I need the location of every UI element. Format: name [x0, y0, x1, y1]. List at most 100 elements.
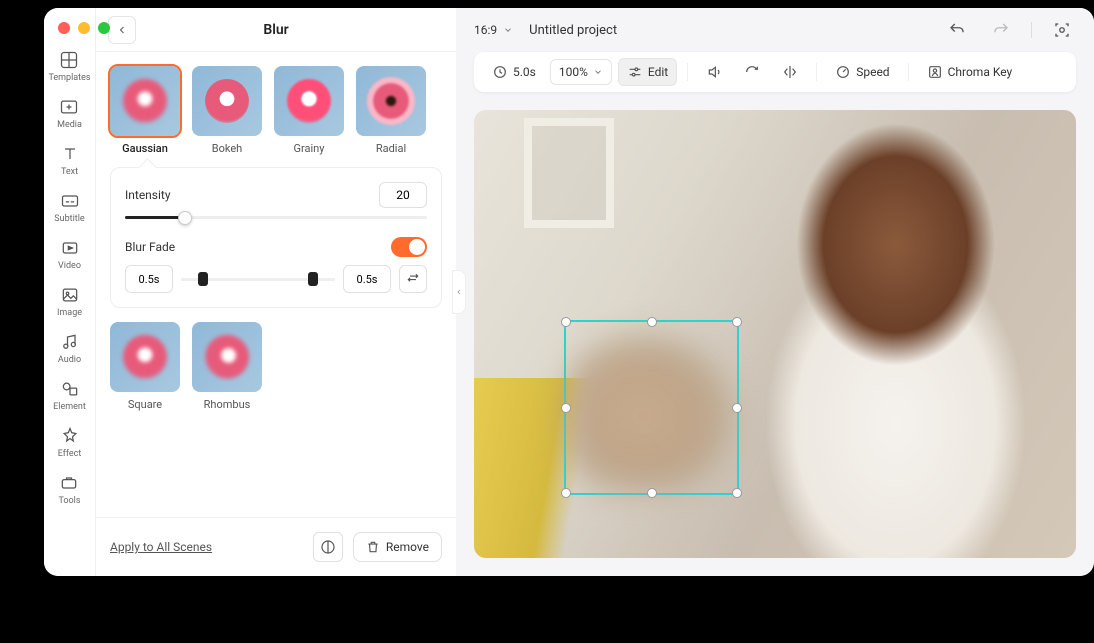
main-sidebar: Templates Media Text Subtitle Video Imag… [44, 8, 96, 576]
resize-handle-tr[interactable] [732, 317, 742, 327]
chroma-key-button[interactable]: Chroma Key [919, 59, 1021, 85]
blur-type-label: Bokeh [212, 142, 243, 155]
panel-header: Blur [96, 8, 456, 52]
resize-handle-br[interactable] [732, 488, 742, 498]
flip-button[interactable] [774, 59, 806, 85]
effect-icon [60, 426, 80, 446]
resize-handle-bl[interactable] [561, 488, 571, 498]
templates-icon [59, 50, 79, 70]
fade-in-input[interactable] [125, 265, 173, 293]
blur-type-bokeh[interactable]: Bokeh [192, 66, 262, 155]
remove-label: Remove [386, 540, 429, 554]
sidebar-label: Video [58, 261, 81, 271]
sidebar-item-element[interactable]: Element [53, 379, 86, 412]
sidebar-label: Media [57, 120, 82, 130]
video-icon [60, 238, 80, 258]
sidebar-label: Element [53, 402, 86, 412]
canvas-area: 16:9 Untitled project 5.0s 100% [456, 8, 1094, 576]
canvas-header: 16:9 Untitled project [456, 8, 1094, 52]
sidebar-label: Audio [58, 355, 81, 365]
blur-shape-grid: Square Rhombus [96, 318, 456, 415]
chevron-left-icon [116, 24, 128, 36]
back-button[interactable] [108, 16, 136, 44]
sidebar-item-text[interactable]: Text [60, 144, 80, 177]
sidebar-item-audio[interactable]: Audio [58, 332, 81, 365]
edit-button[interactable]: Edit [618, 58, 677, 86]
app-window: Templates Media Text Subtitle Video Imag… [44, 8, 1094, 576]
duration-control[interactable]: 5.0s [484, 59, 544, 85]
intensity-slider[interactable] [125, 216, 427, 219]
zoom-select[interactable]: 100% [550, 59, 612, 85]
resize-handle-r[interactable] [732, 403, 742, 413]
blur-shape-square[interactable]: Square [110, 322, 180, 411]
intensity-input[interactable] [379, 182, 427, 208]
resize-handle-t[interactable] [647, 317, 657, 327]
sidebar-label: Image [57, 308, 82, 318]
audio-icon [60, 332, 80, 352]
media-icon [59, 97, 79, 117]
blur-type-gaussian[interactable]: Gaussian [110, 66, 180, 155]
redo-button[interactable] [987, 16, 1015, 44]
speed-button[interactable]: Speed [827, 59, 897, 85]
flip-icon [782, 64, 798, 80]
sidebar-label: Tools [58, 496, 80, 506]
blur-type-grid: Gaussian Bokeh Grainy Radial [96, 52, 456, 163]
duration-value: 5.0s [513, 65, 536, 79]
sidebar-item-subtitle[interactable]: Subtitle [54, 191, 84, 224]
blur-shape-rhombus[interactable]: Rhombus [192, 322, 262, 411]
swap-icon [406, 272, 420, 286]
capture-icon [1053, 21, 1071, 39]
tools-icon [59, 473, 79, 493]
resize-handle-tl[interactable] [561, 317, 571, 327]
aspect-value: 16:9 [474, 23, 497, 37]
zoom-value: 100% [559, 65, 588, 79]
resize-handle-b[interactable] [647, 488, 657, 498]
blur-selection-box[interactable] [564, 320, 739, 495]
compare-icon [320, 539, 336, 555]
image-icon [60, 285, 80, 305]
maximize-window[interactable] [98, 22, 110, 34]
blur-shape-label: Square [128, 398, 162, 411]
sidebar-item-image[interactable]: Image [57, 285, 82, 318]
text-icon [60, 144, 80, 164]
volume-icon [706, 64, 722, 80]
sidebar-label: Effect [58, 449, 82, 459]
sidebar-label: Templates [48, 73, 90, 83]
redo-icon [992, 21, 1010, 39]
minimize-window[interactable] [78, 22, 90, 34]
background-frame [524, 118, 614, 228]
blur-type-grainy[interactable]: Grainy [274, 66, 344, 155]
blur-type-radial[interactable]: Radial [356, 66, 426, 155]
rotate-button[interactable] [736, 59, 768, 85]
sliders-icon [627, 64, 643, 80]
aspect-ratio-select[interactable]: 16:9 [474, 23, 513, 37]
sidebar-item-effect[interactable]: Effect [58, 426, 82, 459]
remove-button[interactable]: Remove [353, 532, 442, 562]
undo-button[interactable] [943, 16, 971, 44]
intensity-label: Intensity [125, 188, 171, 202]
sidebar-item-templates[interactable]: Templates [48, 50, 90, 83]
sidebar-label: Text [61, 167, 78, 177]
swap-button[interactable] [399, 265, 427, 293]
close-window[interactable] [58, 22, 70, 34]
panel-footer: Apply to All Scenes Remove [96, 517, 456, 576]
blur-type-label: Radial [376, 142, 406, 155]
compare-button[interactable] [313, 532, 343, 562]
canvas-viewport[interactable] [474, 110, 1076, 558]
blur-shape-label: Rhombus [204, 398, 251, 411]
collapse-panel-button[interactable] [452, 270, 466, 314]
capture-button[interactable] [1048, 16, 1076, 44]
sidebar-item-media[interactable]: Media [57, 97, 82, 130]
apply-all-link[interactable]: Apply to All Scenes [110, 540, 212, 554]
fade-range-slider[interactable] [181, 278, 335, 281]
volume-button[interactable] [698, 59, 730, 85]
sidebar-item-tools[interactable]: Tools [58, 473, 80, 506]
fade-out-input[interactable] [343, 265, 391, 293]
project-name[interactable]: Untitled project [529, 23, 617, 38]
resize-handle-l[interactable] [561, 403, 571, 413]
chroma-label: Chroma Key [948, 65, 1013, 79]
chevron-down-icon [593, 67, 603, 77]
clock-icon [492, 64, 508, 80]
sidebar-item-video[interactable]: Video [58, 238, 81, 271]
blur-fade-toggle[interactable] [391, 237, 427, 257]
